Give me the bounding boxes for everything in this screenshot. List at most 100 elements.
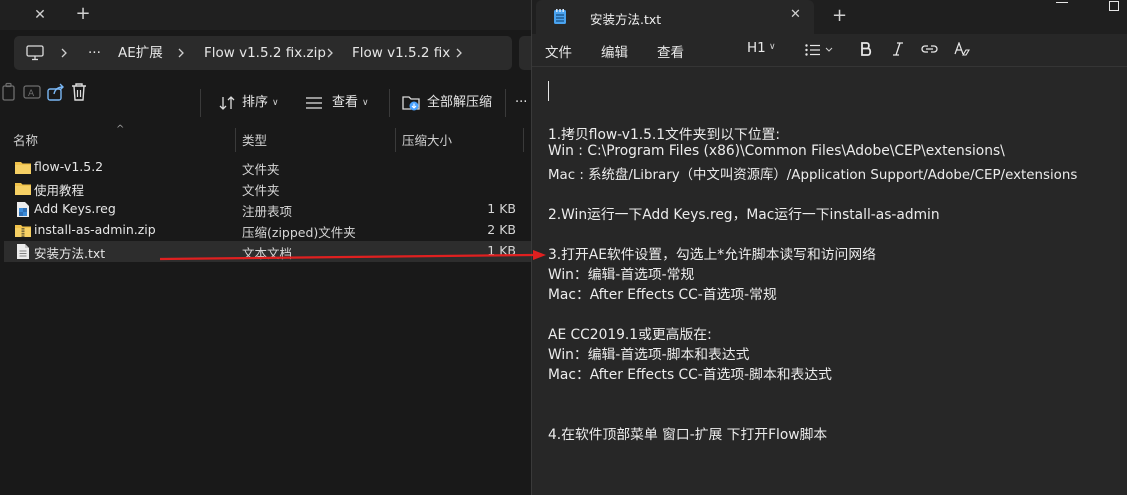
tab-install-guide[interactable]: 安装方法.txt ✕ xyxy=(536,0,814,34)
column-divider[interactable] xyxy=(523,128,524,152)
view-icon xyxy=(306,97,322,109)
text-line: AE CC2019.1或更高版在: xyxy=(548,327,712,343)
folder-icon xyxy=(15,162,31,174)
text-line: Win：编辑-首选项-常规 xyxy=(548,267,695,283)
column-divider[interactable] xyxy=(235,128,236,152)
chevron-right-icon[interactable] xyxy=(455,48,463,58)
breadcrumb-overflow-button[interactable]: ··· xyxy=(88,36,101,70)
text-file-icon xyxy=(17,244,29,259)
chevron-down-icon: ∨ xyxy=(769,42,776,52)
svg-text:A: A xyxy=(28,89,35,99)
bold-icon[interactable] xyxy=(860,42,872,56)
notepad-window: 安装方法.txt ✕ + 文件 编辑 查看 H1 ∨ 1.拷贝flow-v1.5… xyxy=(531,0,1127,495)
file-name: 安装方法.txt xyxy=(34,246,106,261)
column-header-name[interactable]: 名称 xyxy=(13,130,38,149)
explorer-tab-bar: ✕ + xyxy=(0,0,531,30)
column-divider[interactable] xyxy=(395,128,396,152)
notepad-title-bar: 安装方法.txt ✕ + xyxy=(532,0,1127,34)
file-name: 使用教程 xyxy=(34,183,85,198)
text-line: 4.在软件顶部菜单 窗口-扩展 下打开Flow脚本 xyxy=(548,427,828,443)
menu-file[interactable]: 文件 xyxy=(545,41,572,61)
file-name: Add Keys.reg xyxy=(34,201,116,216)
toolbar-divider xyxy=(389,89,390,117)
registry-file-icon xyxy=(17,202,29,217)
new-tab-button[interactable]: + xyxy=(832,5,847,26)
text-line: 1.拷贝flow-v1.5.1文件夹到以下位置: xyxy=(548,127,781,143)
column-header-type[interactable]: 类型 xyxy=(242,130,267,149)
text-line: Win : C:\Program Files (x86)\Common File… xyxy=(548,143,1005,159)
share-icon[interactable] xyxy=(46,82,66,102)
sort-ascending-icon: ^ xyxy=(116,124,125,135)
chevron-down-icon: ∨ xyxy=(362,98,369,108)
text-editor[interactable]: 1.拷贝flow-v1.5.1文件夹到以下位置: Win : C:\Progra… xyxy=(532,67,1127,495)
file-type: 压缩(zipped)文件夹 xyxy=(242,225,356,240)
chevron-right-icon xyxy=(178,48,184,58)
notepad-menu-bar: 文件 编辑 查看 H1 ∨ xyxy=(532,34,1127,66)
new-tab-button[interactable]: + xyxy=(72,3,94,25)
minimize-icon[interactable] xyxy=(1056,2,1068,3)
file-type: 注册表项 xyxy=(242,204,293,219)
extract-all-icon xyxy=(402,96,420,111)
delete-icon[interactable] xyxy=(70,82,88,102)
maximize-icon[interactable] xyxy=(1109,1,1119,11)
file-type: 文件夹 xyxy=(242,183,280,198)
text-line: Win：编辑-首选项-脚本和表达式 xyxy=(548,347,750,363)
file-type: 文件夹 xyxy=(242,162,280,177)
file-name: install-as-admin.zip xyxy=(34,222,156,237)
more-options-button[interactable]: ··· xyxy=(515,82,527,124)
heading-dropdown[interactable]: H1 ∨ xyxy=(747,40,787,56)
file-size: 1 KB xyxy=(487,243,516,258)
breadcrumb-item-ae-extensions[interactable]: AE扩展 xyxy=(118,36,163,70)
breadcrumb-item-current-folder[interactable]: Flow v1.5.2 fix xyxy=(352,36,450,70)
text-line: 3.打开AE软件设置，勾选上*允许脚本读写和访问网络 xyxy=(548,247,876,263)
toolbar-divider xyxy=(200,89,201,117)
zip-folder-icon xyxy=(15,225,31,237)
view-label: 查看 xyxy=(332,95,359,110)
column-headers: ^ 名称 类型 压缩大小 xyxy=(0,124,531,152)
extract-all-button[interactable]: 全部解压缩 xyxy=(402,82,492,124)
file-type: 文本文档 xyxy=(242,246,293,261)
file-size: 1 KB xyxy=(487,201,516,216)
file-row-install-guide[interactable]: 安装方法.txt 文本文档 1 KB xyxy=(4,241,531,262)
file-row-flow[interactable]: flow-v1.5.2 文件夹 xyxy=(4,157,531,178)
clear-formatting-icon[interactable] xyxy=(954,42,970,57)
close-tab-icon[interactable]: ✕ xyxy=(29,4,51,26)
view-button[interactable]: 查看 ∨ xyxy=(306,82,372,124)
breadcrumb-item-zip[interactable]: Flow v1.5.2 fix.zip xyxy=(204,36,326,70)
this-pc-icon[interactable] xyxy=(26,45,44,61)
list-icon xyxy=(805,44,833,56)
file-explorer-window: ✕ + ··· AE扩展 Flow v1.5.2 fix.zip Flow v1… xyxy=(0,0,531,495)
copy-icon[interactable] xyxy=(0,82,18,102)
italic-icon[interactable] xyxy=(892,42,904,56)
file-size: 2 KB xyxy=(487,222,516,237)
file-name: flow-v1.5.2 xyxy=(34,159,104,174)
file-row-tutorial[interactable]: 使用教程 文件夹 xyxy=(4,178,531,199)
menu-view[interactable]: 查看 xyxy=(657,41,684,61)
sort-label: 排序 xyxy=(242,95,269,110)
search-box[interactable] xyxy=(519,36,531,70)
command-bar: A 排序 ∨ 查看 ∨ 全部解压缩 ··· xyxy=(0,82,531,124)
address-bar[interactable]: ··· AE扩展 Flow v1.5.2 fix.zip Flow v1.5.2… xyxy=(14,36,512,70)
tab-title: 安装方法.txt xyxy=(590,12,662,27)
sort-icon xyxy=(219,96,235,110)
text-line: Mac：After Effects CC-首选项-脚本和表达式 xyxy=(548,367,832,383)
list-dropdown[interactable] xyxy=(805,44,835,56)
chevron-right-icon xyxy=(327,48,333,58)
toolbar-divider xyxy=(505,89,506,117)
extract-all-label: 全部解压缩 xyxy=(427,95,493,110)
text-line: 2.Win运行一下Add Keys.reg，Mac运行一下install-as-… xyxy=(548,207,940,223)
column-header-compressed-size[interactable]: 压缩大小 xyxy=(402,130,452,149)
link-icon[interactable] xyxy=(921,44,938,54)
folder-icon xyxy=(15,183,31,195)
menu-edit[interactable]: 编辑 xyxy=(601,41,628,61)
close-tab-icon[interactable]: ✕ xyxy=(790,7,801,22)
chevron-down-icon: ∨ xyxy=(272,98,279,108)
text-line: Mac：After Effects CC-首选项-常规 xyxy=(548,287,777,303)
text-line: Mac : 系统盘/Library（中文叫资源库）/Application Su… xyxy=(548,168,1078,183)
sort-button[interactable]: 排序 ∨ xyxy=(219,82,281,124)
file-row-install-as-admin[interactable]: install-as-admin.zip 压缩(zipped)文件夹 2 KB xyxy=(4,220,531,241)
heading-label: H1 xyxy=(747,40,766,56)
text-caret xyxy=(548,81,549,101)
rename-icon[interactable]: A xyxy=(22,82,42,102)
file-row-add-keys[interactable]: Add Keys.reg 注册表项 1 KB xyxy=(4,199,531,220)
